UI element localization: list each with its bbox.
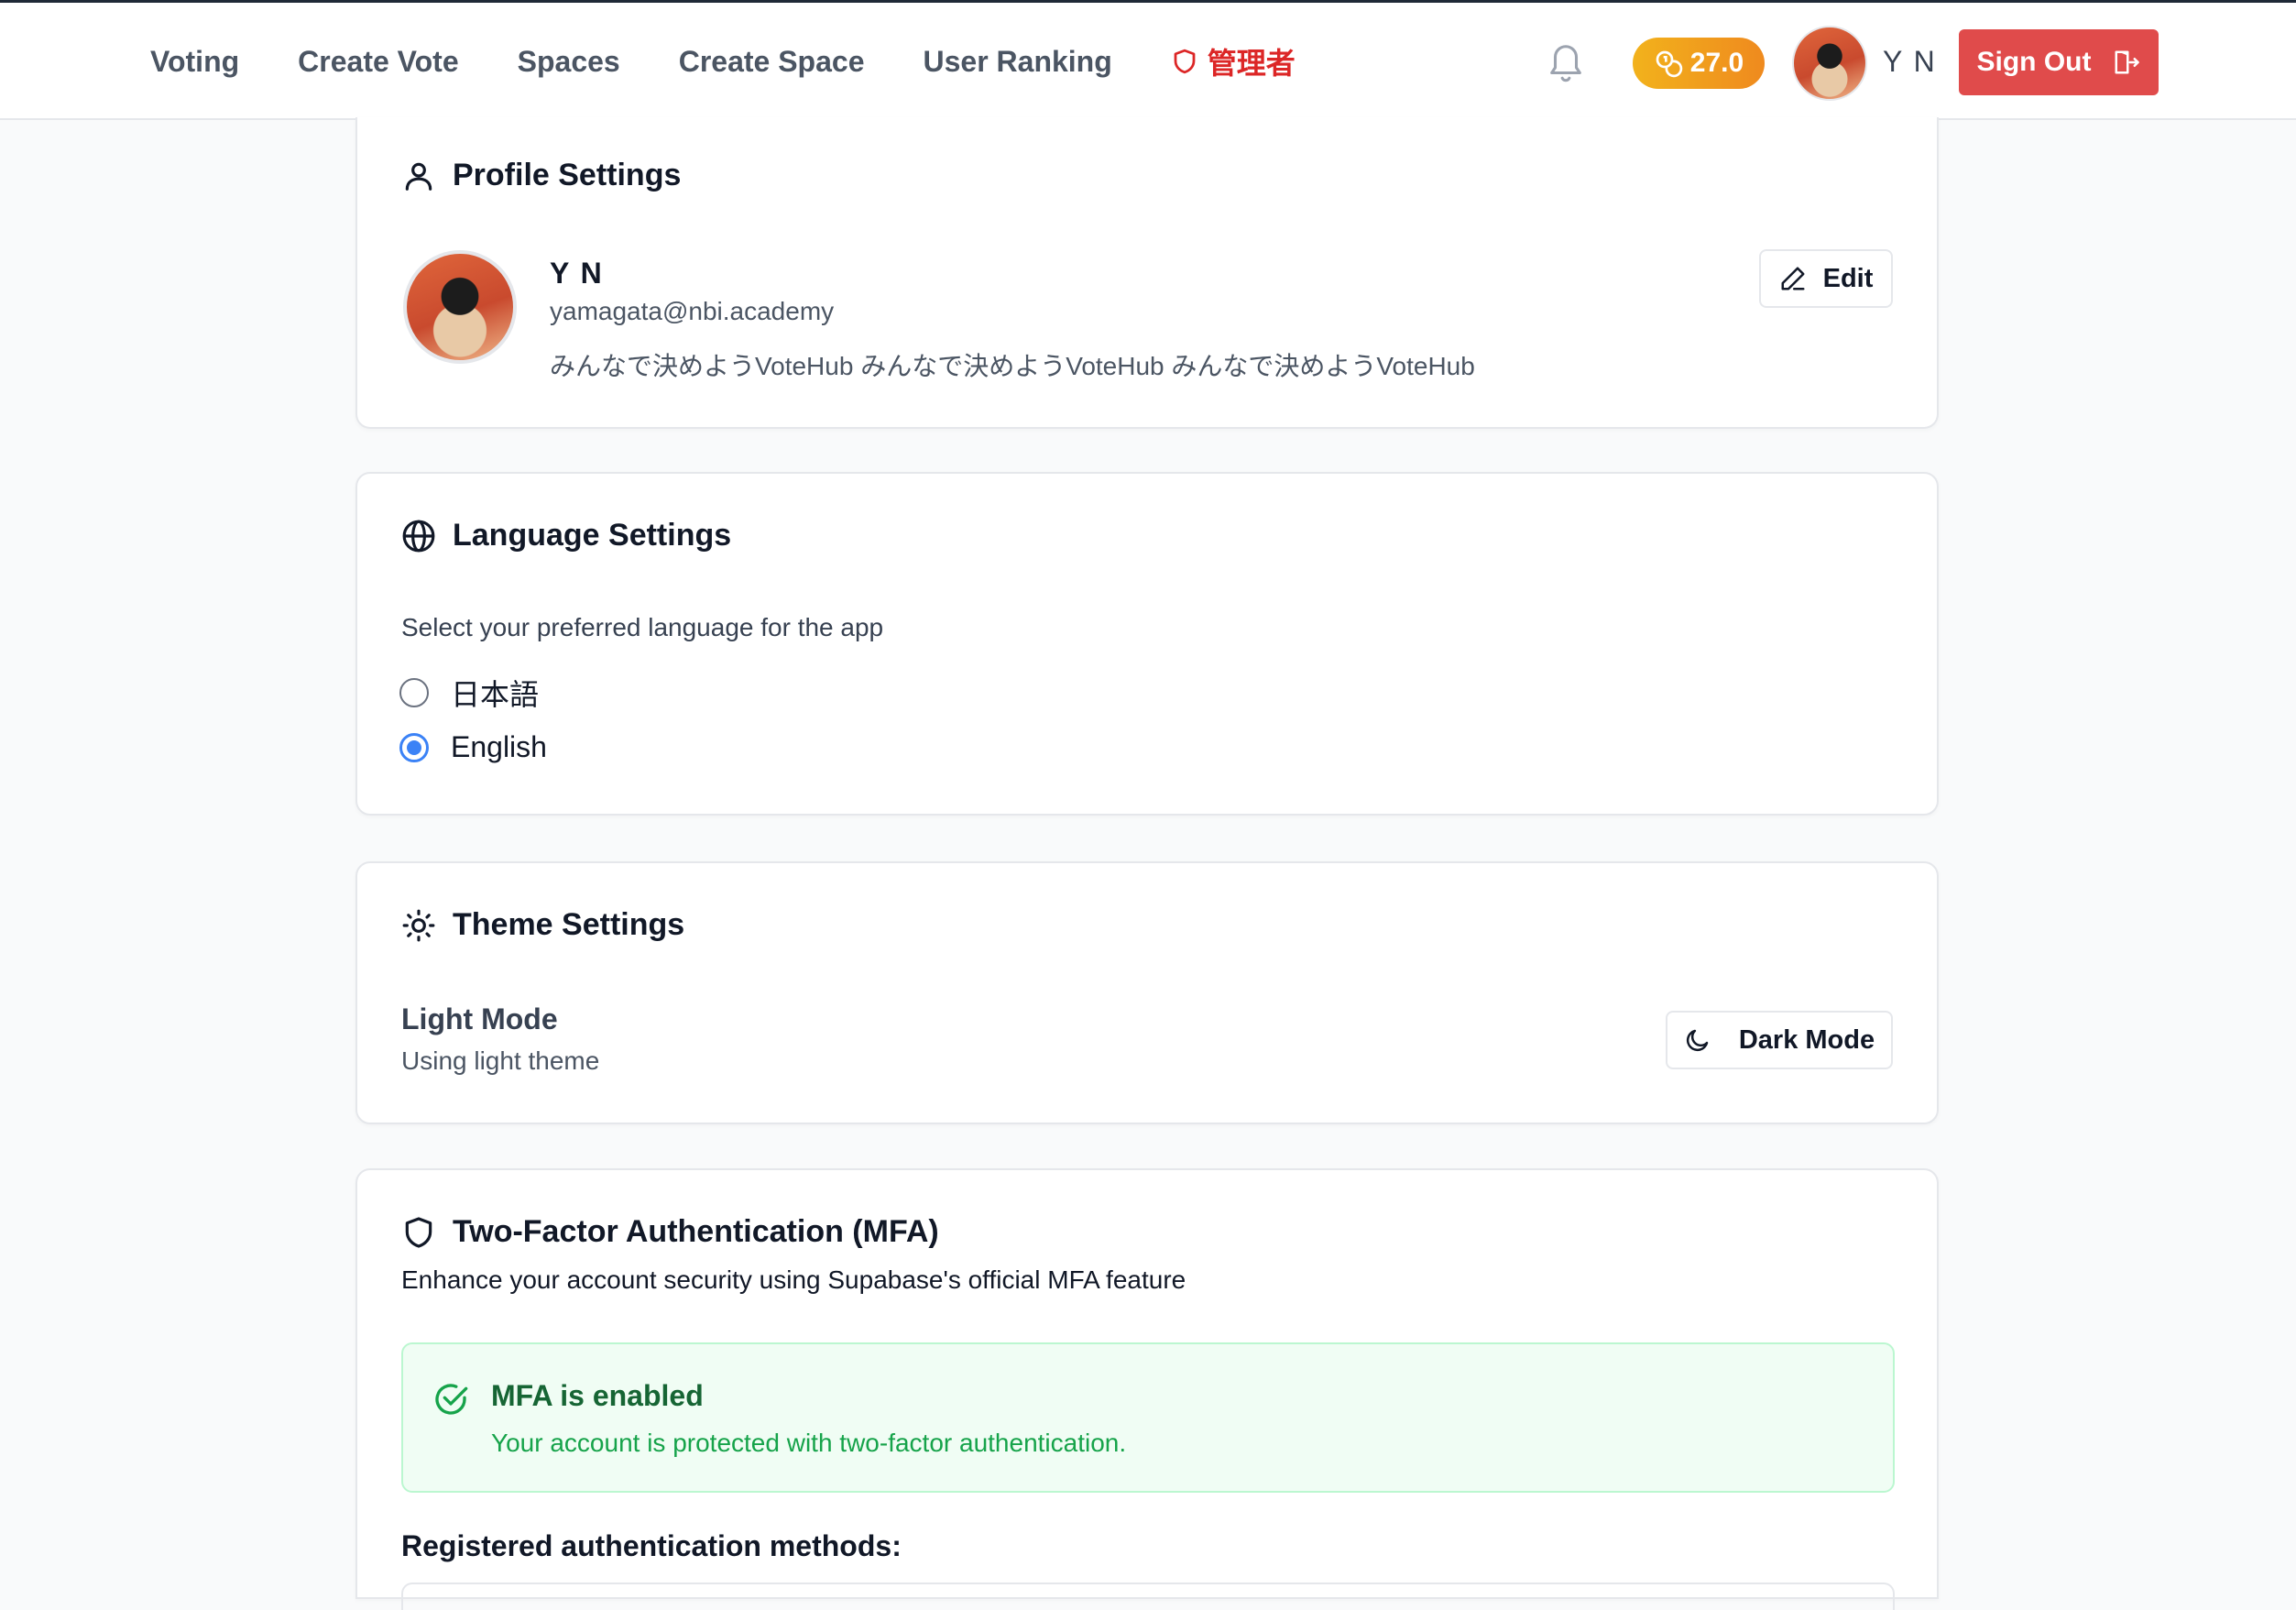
current-mode-title: Light Mode [401,1002,558,1035]
profile-settings-card: Profile Settings Y N yamagata@nbi.academ… [355,117,1939,429]
nav-create-vote[interactable]: Create Vote [298,45,458,79]
moon-icon [1686,1029,1709,1052]
language-option-label: 日本語 [451,678,540,711]
header-user-name[interactable]: Y N [1883,45,1937,79]
avatar[interactable] [1792,26,1867,101]
shield-icon [1174,49,1196,74]
sun-icon [402,909,435,941]
nav-admin-label: 管理者 [1207,47,1296,80]
profile-name: Y N [550,257,604,290]
theme-settings-heading: Theme Settings [453,907,685,942]
bell-icon[interactable] [1545,39,1587,85]
profile-settings-heading: Profile Settings [453,158,682,192]
language-option-label: English [451,730,547,763]
mfa-description: Enhance your account security using Supa… [401,1265,1186,1294]
nav-voting[interactable]: Voting [150,45,239,79]
check-circle-icon [435,1384,468,1415]
mfa-card: Two-Factor Authentication (MFA) Enhance … [355,1168,1939,1610]
edit-profile-button[interactable]: Edit [1759,249,1893,308]
mfa-heading: Two-Factor Authentication (MFA) [453,1214,939,1249]
shield-icon [405,1216,432,1248]
points-value: 27.0 [1689,48,1744,78]
dark-mode-label: Dark Mode [1738,1024,1875,1055]
user-icon [405,162,432,191]
coins-icon [1656,50,1683,78]
language-settings-card: Language Settings Select your preferred … [355,472,1939,816]
theme-settings-card: Theme Settings Light Mode Using light th… [355,861,1939,1124]
sign-out-label: Sign Out [1976,47,2092,77]
registered-methods-list [401,1583,1895,1610]
language-settings-title: Language Settings [401,518,731,553]
profile-email: yamagata@nbi.academy [550,297,835,325]
globe-icon [402,520,435,552]
nav-user-ranking[interactable]: User Ranking [923,45,1111,79]
current-mode-subtitle: Using light theme [401,1046,600,1075]
profile-bio: みんなで決めようVoteHub みんなで決めようVoteHub みんなで決めよう… [550,352,1475,380]
profile-avatar [403,250,517,364]
dark-mode-button[interactable]: Dark Mode [1666,1011,1893,1069]
points-badge[interactable]: 27.0 [1633,38,1765,89]
radio-english[interactable] [399,732,429,762]
sign-out-button[interactable]: Sign Out [1959,29,2159,95]
language-settings-heading: Language Settings [453,518,732,553]
mfa-status-box: MFA is enabled Your account is protected… [401,1342,1895,1493]
mfa-title: Two-Factor Authentication (MFA) [401,1214,939,1250]
mfa-status-subtitle: Your account is protected with two-facto… [491,1429,1127,1457]
theme-settings-title: Theme Settings [401,907,684,943]
pencil-icon [1781,267,1805,290]
language-option-japanese[interactable]: 日本語 [399,672,539,714]
profile-settings-title: Profile Settings [401,158,681,193]
top-navigation-bar: Voting Create Vote Spaces Create Space U… [0,0,2296,120]
nav-spaces[interactable]: Spaces [518,45,620,79]
main-nav: Voting Create Vote Spaces Create Space U… [150,3,1354,120]
radio-japanese[interactable] [399,678,429,707]
edit-label: Edit [1822,263,1874,293]
nav-admin[interactable]: 管理者 [1171,40,1296,82]
mfa-status-title: MFA is enabled [491,1379,704,1412]
log-out-icon [2115,50,2140,74]
language-description: Select your preferred language for the a… [401,613,884,641]
nav-create-space[interactable]: Create Space [679,45,865,79]
language-option-english[interactable]: English [399,730,547,764]
registered-methods-title: Registered authentication methods: [401,1529,902,1562]
